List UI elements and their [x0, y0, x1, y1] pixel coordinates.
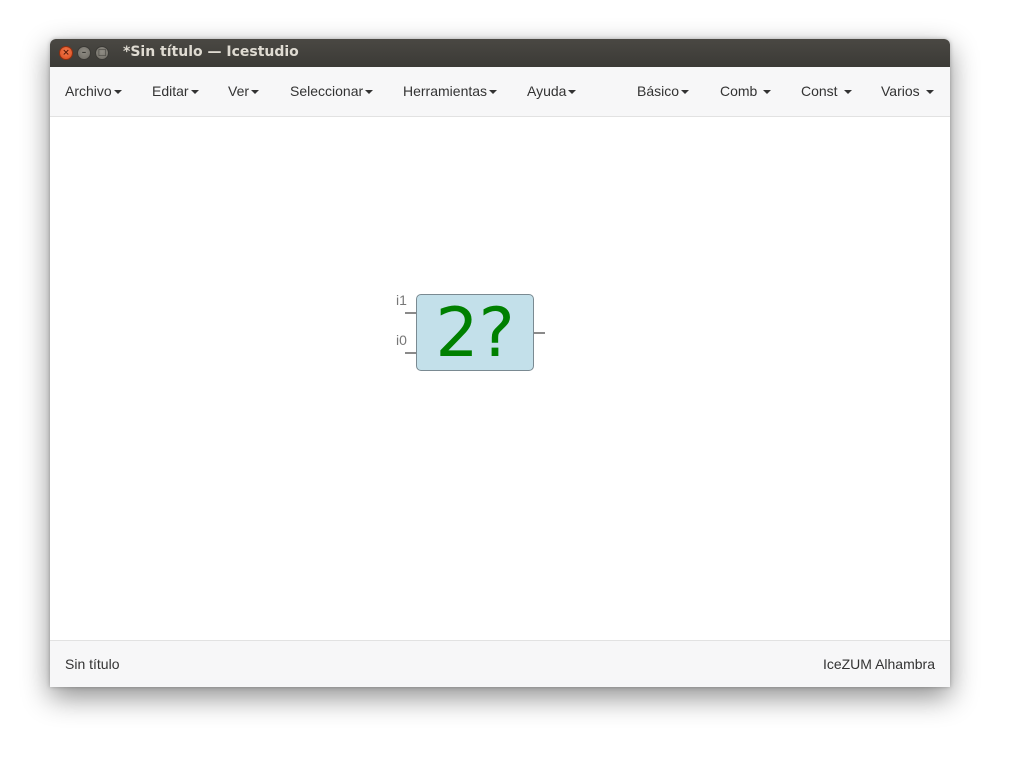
- caret-down-icon: [365, 90, 374, 95]
- menu-const[interactable]: Const: [801, 83, 852, 99]
- input-port-i1[interactable]: [405, 312, 416, 314]
- maximize-window-button[interactable]: □: [95, 46, 109, 60]
- caret-down-icon: [251, 90, 260, 95]
- close-window-button[interactable]: ×: [59, 46, 73, 60]
- menu-archivo[interactable]: Archivo: [65, 83, 122, 99]
- status-board-name[interactable]: IceZUM Alhambra: [823, 656, 935, 672]
- menu-herramientas[interactable]: Herramientas: [403, 83, 498, 99]
- menu-editar[interactable]: Editar: [152, 83, 199, 99]
- close-icon: ×: [62, 48, 70, 58]
- menu-archivo-label: Archivo: [65, 83, 112, 99]
- caret-down-icon: [489, 90, 498, 95]
- input-port-label-i0: i0: [396, 332, 407, 348]
- caret-down-icon: [113, 90, 122, 95]
- input-port-i0[interactable]: [405, 352, 416, 354]
- menu-comb-label: Comb: [720, 83, 758, 99]
- output-port[interactable]: [534, 332, 545, 334]
- window-title: *Sin título — Icestudio: [123, 44, 299, 60]
- menu-varios-label: Varios: [881, 83, 920, 99]
- menu-ver-label: Ver: [228, 83, 250, 99]
- menu-ayuda-label: Ayuda: [527, 83, 567, 99]
- menu-varios[interactable]: Varios: [881, 83, 934, 99]
- menu-const-label: Const: [801, 83, 838, 99]
- caret-down-icon: [190, 90, 199, 95]
- design-canvas[interactable]: i1 i0 2?: [50, 117, 950, 640]
- block-label: 2?: [435, 294, 515, 373]
- status-file-name: Sin título: [65, 656, 120, 672]
- app-window: × – □ *Sin título — Icestudio Archivo Ed…: [50, 39, 950, 687]
- menu-herramientas-label: Herramientas: [403, 83, 488, 99]
- menu-seleccionar-label: Seleccionar: [290, 83, 364, 99]
- menu-editar-label: Editar: [152, 83, 189, 99]
- caret-down-icon: [843, 90, 852, 95]
- menu-comb[interactable]: Comb: [720, 83, 772, 99]
- menu-seleccionar[interactable]: Seleccionar: [290, 83, 374, 99]
- caret-down-icon: [763, 90, 772, 95]
- minimize-window-button[interactable]: –: [77, 46, 91, 60]
- maximize-icon: □: [97, 48, 107, 58]
- menu-basico-label: Básico: [637, 83, 680, 99]
- logic-block[interactable]: 2?: [416, 294, 534, 373]
- status-bar: Sin título IceZUM Alhambra: [50, 640, 950, 687]
- menu-bar: Archivo Editar Ver Seleccionar Herramien…: [50, 67, 950, 117]
- caret-down-icon: [568, 90, 577, 95]
- input-port-label-i1: i1: [396, 292, 407, 308]
- menu-ayuda[interactable]: Ayuda: [527, 83, 577, 99]
- minimize-icon: –: [81, 48, 87, 58]
- caret-down-icon: [681, 90, 690, 95]
- caret-down-icon: [925, 90, 934, 95]
- title-bar: × – □ *Sin título — Icestudio: [50, 39, 950, 67]
- menu-basico[interactable]: Básico: [637, 83, 690, 99]
- menu-ver[interactable]: Ver: [228, 83, 260, 99]
